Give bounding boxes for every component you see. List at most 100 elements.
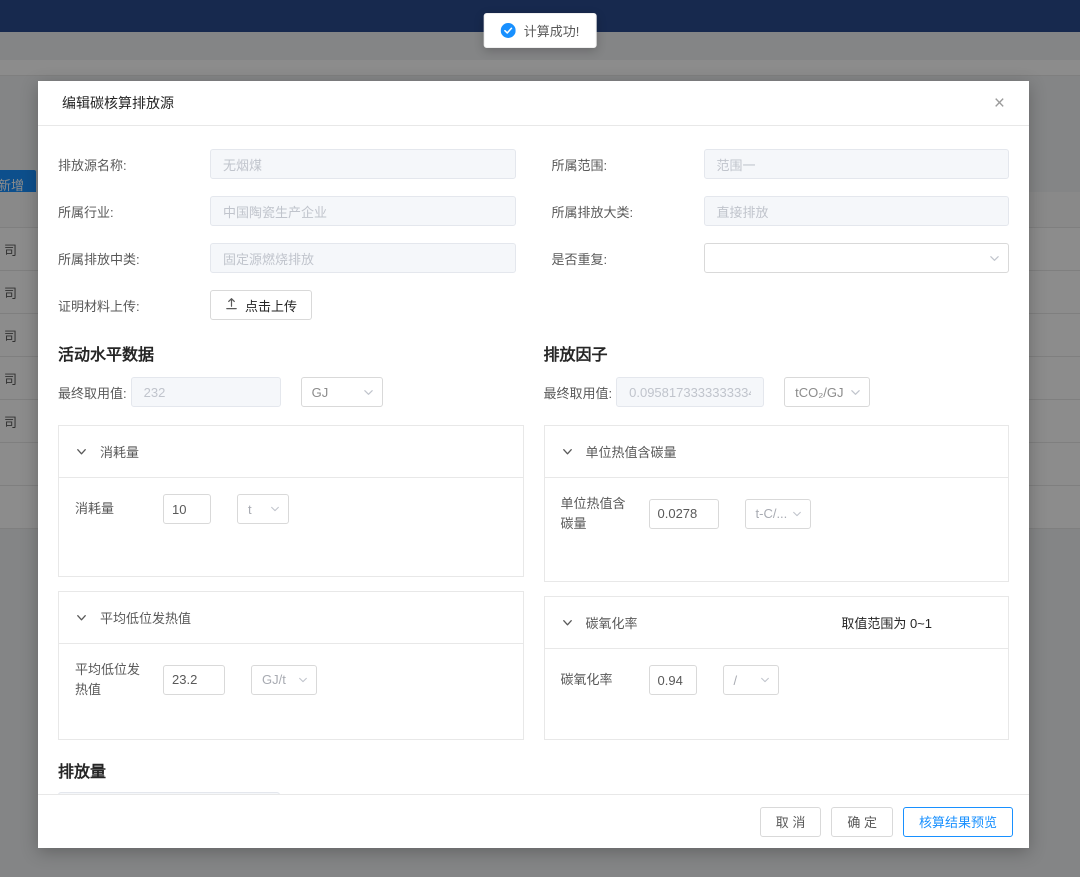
emission-section-title: 排放量 (58, 758, 1009, 782)
select-value: GJ (312, 385, 329, 400)
oxidation-rate-unit-select[interactable]: / (723, 665, 779, 695)
emission-major-input[interactable] (704, 196, 1010, 226)
field-is-duplicate: 是否重复: (552, 242, 1010, 274)
cancel-button[interactable]: 取 消 (760, 807, 822, 837)
toast-success: 计算成功! (484, 13, 597, 48)
panel-consumption-header[interactable]: 消耗量 (59, 426, 523, 478)
data-sections: 活动水平数据 最终取用值: GJ 消耗量 (58, 341, 1009, 754)
activity-section: 活动水平数据 最终取用值: GJ 消耗量 (58, 341, 524, 754)
field-label: 所属行业: (58, 202, 210, 221)
panel-title: 消耗量 (100, 442, 139, 461)
chevron-down-icon (989, 253, 1000, 264)
dialog-title: 编辑碳核算排放源 (62, 93, 174, 113)
result-preview-button[interactable]: 核算结果预览 (903, 807, 1013, 837)
select-value: tCO₂/GJ (795, 385, 843, 400)
panel-carbon-content-body: 单位热值含碳量 t-C/... (545, 478, 1009, 581)
chevron-down-icon (270, 504, 280, 514)
panel-heating-value-body: 平均低位发热值 GJ/t (59, 644, 523, 739)
carbon-content-row: 单位热值含碳量 t-C/... (561, 494, 993, 533)
panel-carbon-content-header[interactable]: 单位热值含碳量 (545, 426, 1009, 478)
field-source-name: 排放源名称: (58, 148, 516, 180)
oxidation-range-hint: 取值范围为 0~1 (841, 613, 992, 632)
panel-consumption-body: 消耗量 t (59, 478, 523, 576)
heating-value-label: 平均低位发热值 (75, 660, 151, 699)
upload-icon (225, 297, 238, 313)
panel-consumption: 消耗量 消耗量 t (58, 425, 524, 577)
select-value: t (248, 502, 252, 517)
field-scope: 所属范围: (552, 148, 1010, 180)
chevron-down-icon (850, 387, 861, 398)
field-label: 所属排放大类: (552, 202, 704, 221)
panel-title: 平均低位发热值 (100, 608, 191, 627)
select-value: / (734, 673, 738, 688)
field-emission-major: 所属排放大类: (552, 195, 1010, 227)
field-label: 所属排放中类: (58, 249, 210, 268)
activity-section-title: 活动水平数据 (58, 341, 524, 365)
chevron-down-icon (298, 675, 308, 685)
chevron-down-icon (363, 387, 374, 398)
heating-value-row: 平均低位发热值 GJ/t (75, 660, 507, 699)
select-value: t-C/... (756, 506, 788, 521)
activity-final-row: 最终取用值: GJ (58, 377, 524, 407)
chevron-down-icon (561, 616, 574, 629)
consumption-label: 消耗量 (75, 499, 163, 519)
toast-message: 计算成功! (524, 21, 580, 40)
field-upload: 证明材料上传: 点击上传 (58, 289, 516, 321)
spacer (552, 289, 1010, 321)
factor-final-input[interactable] (616, 377, 764, 407)
chevron-down-icon (792, 509, 802, 519)
panel-carbon-content: 单位热值含碳量 单位热值含碳量 t-C/... (544, 425, 1010, 582)
oxidation-rate-label: 碳氧化率 (561, 670, 649, 690)
panel-oxidation-rate: 碳氧化率 取值范围为 0~1 碳氧化率 / (544, 596, 1010, 740)
dialog-footer: 取 消 确 定 核算结果预览 (38, 794, 1029, 848)
consumption-input[interactable] (163, 494, 211, 524)
activity-unit-select[interactable]: GJ (301, 377, 383, 407)
close-icon[interactable]: × (994, 94, 1005, 113)
panel-title: 碳氧化率 (586, 613, 638, 632)
field-label: 排放源名称: (58, 155, 210, 174)
confirm-button[interactable]: 确 定 (831, 807, 893, 837)
emission-section: 排放量 (58, 758, 1009, 794)
factor-section: 排放因子 最终取用值: tCO₂/GJ 单位热值含碳量 (544, 341, 1010, 754)
top-form: 排放源名称: 所属范围: 所属行业: 所属排放大类: 所属排放中类: (58, 148, 1009, 321)
screen: 新增 司 司 司 司 司 计算成功! 编辑碳核算排放源 × 排放源名称: (0, 0, 1080, 877)
consumption-unit-select[interactable]: t (237, 494, 289, 524)
field-label: 是否重复: (552, 249, 704, 268)
carbon-content-label: 单位热值含碳量 (561, 494, 637, 533)
field-label: 所属范围: (552, 155, 704, 174)
dialog-body: 排放源名称: 所属范围: 所属行业: 所属排放大类: 所属排放中类: (38, 126, 1029, 794)
carbon-content-input[interactable] (649, 499, 719, 529)
activity-final-input[interactable] (131, 377, 281, 407)
check-circle-icon (501, 23, 516, 38)
field-emission-mid: 所属排放中类: (58, 242, 516, 274)
edit-emission-source-dialog: 编辑碳核算排放源 × 排放源名称: 所属范围: 所属行业: 所属排放大类: (38, 81, 1029, 848)
source-name-input[interactable] (210, 149, 516, 179)
emission-mid-input[interactable] (210, 243, 516, 273)
field-industry: 所属行业: (58, 195, 516, 227)
panel-oxidation-rate-header[interactable]: 碳氧化率 取值范围为 0~1 (545, 597, 1009, 649)
factor-final-row: 最终取用值: tCO₂/GJ (544, 377, 1010, 407)
oxidation-rate-input[interactable] (649, 665, 697, 695)
oxidation-rate-row: 碳氧化率 / (561, 665, 993, 695)
panel-heating-value-header[interactable]: 平均低位发热值 (59, 592, 523, 644)
is-duplicate-select[interactable] (704, 243, 1010, 273)
heating-value-input[interactable] (163, 665, 225, 695)
carbon-content-unit-select[interactable]: t-C/... (745, 499, 811, 529)
heating-value-unit-select[interactable]: GJ/t (251, 665, 317, 695)
final-value-label: 最终取用值: (58, 383, 127, 402)
final-value-label: 最终取用值: (544, 383, 613, 402)
upload-button[interactable]: 点击上传 (210, 290, 312, 320)
dialog-header: 编辑碳核算排放源 × (38, 81, 1029, 126)
panel-oxidation-rate-body: 碳氧化率 / (545, 649, 1009, 739)
consumption-row: 消耗量 t (75, 494, 507, 524)
field-label: 证明材料上传: (58, 296, 210, 315)
scope-input[interactable] (704, 149, 1010, 179)
chevron-down-icon (75, 445, 88, 458)
industry-input[interactable] (210, 196, 516, 226)
upload-button-label: 点击上传 (245, 296, 297, 315)
chevron-down-icon (75, 611, 88, 624)
factor-section-title: 排放因子 (544, 341, 1010, 365)
panel-heating-value: 平均低位发热值 平均低位发热值 GJ/t (58, 591, 524, 740)
factor-unit-select[interactable]: tCO₂/GJ (784, 377, 870, 407)
select-value: GJ/t (262, 672, 286, 687)
